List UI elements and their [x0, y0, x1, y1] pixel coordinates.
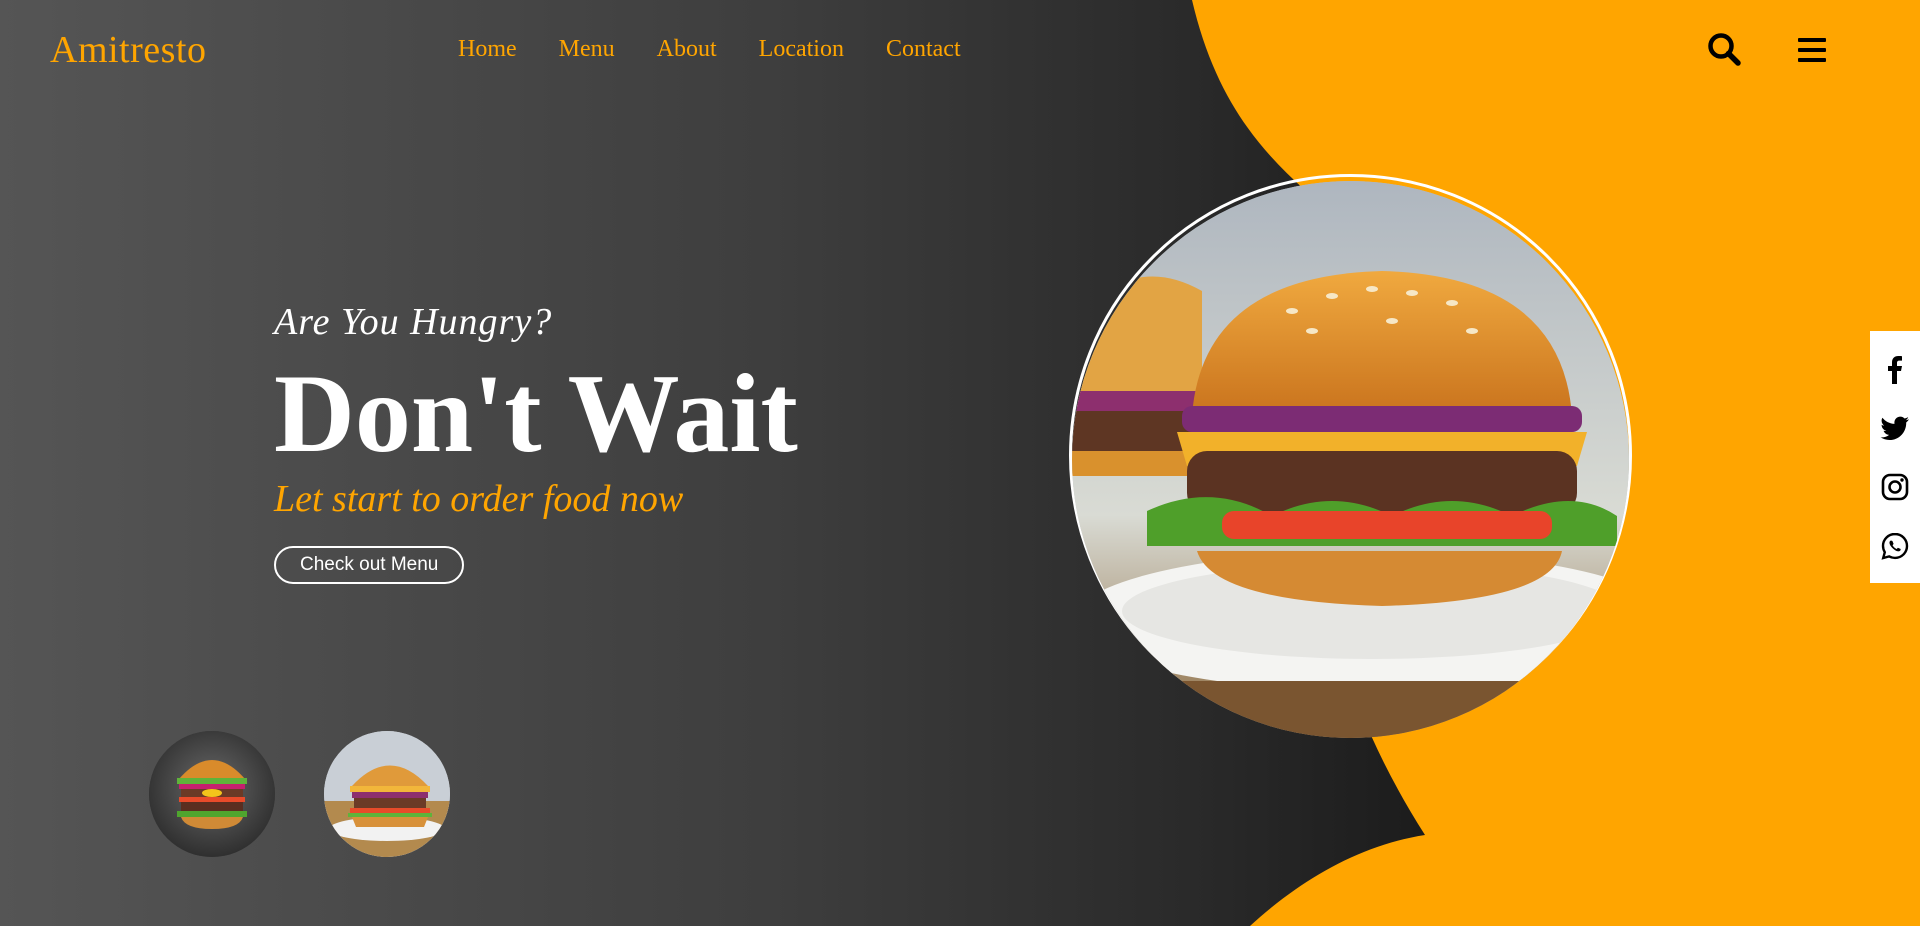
instagram-icon [1881, 473, 1909, 500]
nav-link-location[interactable]: Location [759, 36, 844, 63]
search-icon [1708, 33, 1741, 66]
twitter-link[interactable] [1880, 413, 1910, 443]
menu-toggle-button[interactable] [1792, 30, 1832, 70]
nav-link-home[interactable]: Home [458, 36, 517, 63]
main-menu: Home Menu About Location Contact [458, 36, 961, 63]
nav-link-menu[interactable]: Menu [559, 36, 615, 63]
nav-link-about[interactable]: About [657, 36, 717, 63]
twitter-icon [1880, 416, 1909, 440]
burger-plate-small-image [324, 731, 450, 857]
burger-stack-thumbnail[interactable] [149, 731, 275, 857]
facebook-link[interactable] [1880, 354, 1910, 384]
social-sidebar [1870, 331, 1920, 583]
hero-tagline: Let start to order food now [274, 478, 684, 520]
hero-burger-illustration [1072, 181, 1629, 738]
burger-stack-image [149, 731, 275, 857]
whatsapp-icon [1881, 532, 1909, 560]
hero-section: Are You Hungry? Don't Wait Let start to … [274, 300, 798, 584]
top-navigation: Amitresto Home Menu About Location Conta… [0, 0, 1920, 100]
facebook-icon [1888, 355, 1902, 384]
burger-plate-thumbnail[interactable] [324, 731, 450, 857]
nav-link-contact[interactable]: Contact [886, 36, 961, 63]
check-out-menu-button[interactable]: Check out Menu [274, 546, 465, 584]
whatsapp-link[interactable] [1880, 531, 1910, 561]
search-button[interactable] [1705, 30, 1745, 70]
brand-logo[interactable]: Amitresto [50, 28, 206, 72]
burger-plate-image [1072, 181, 1629, 738]
instagram-link[interactable] [1880, 472, 1910, 502]
hero-kicker: Are You Hungry? [274, 301, 553, 343]
hero-headline: Don't Wait [274, 352, 798, 476]
hamburger-icon [1798, 38, 1826, 62]
